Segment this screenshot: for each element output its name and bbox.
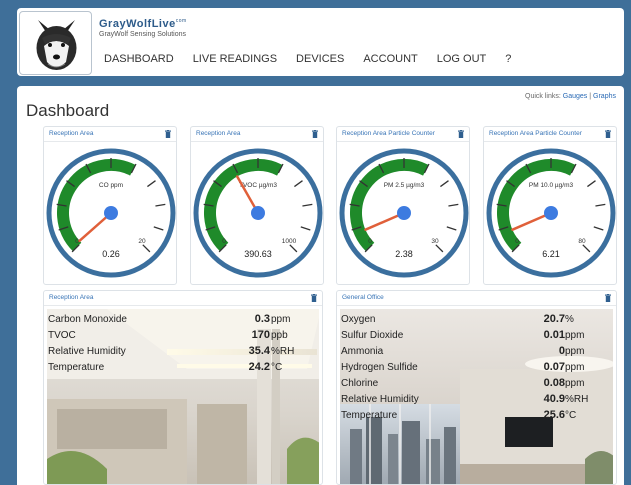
trash-icon[interactable] <box>165 130 171 138</box>
reading-row: Temperature 24.2 °C <box>48 361 283 373</box>
reading-row: Ammonia 0 ppm <box>341 345 585 357</box>
card-location: Reception Area <box>49 130 94 137</box>
gauge-max-label: 80 <box>578 238 586 245</box>
brand-subtitle: GrayWolf Sensing Solutions <box>99 31 187 38</box>
gauge-tvoc: TVOC µg/m30 1000390.63 <box>193 148 323 278</box>
gauge-hub <box>397 206 411 220</box>
reading-row: Relative Humidity 40.9 %RH <box>341 393 589 405</box>
gauge-min-label: 0 <box>515 238 519 245</box>
main-nav: DASHBOARD LIVE READINGS DEVICES ACCOUNT … <box>104 53 530 65</box>
gauge-hub <box>251 206 265 220</box>
trash-icon[interactable] <box>312 130 318 138</box>
trash-icon[interactable] <box>605 130 611 138</box>
quick-links: Quick links: Gauges | Graphs <box>525 93 616 100</box>
nav-live-readings[interactable]: LIVE READINGS <box>193 53 277 65</box>
reading-row: Relative Humidity 35.4 %RH <box>48 345 295 357</box>
readings-card-office: General Office Oxygen 20.7 % Sulfur Diox… <box>336 290 617 485</box>
graphs-link[interactable]: Graphs <box>593 93 616 100</box>
gauge-co: CO ppm0 200.26 <box>46 148 176 278</box>
gauge-min-label: 0 <box>222 238 226 245</box>
gauge-value: 6.21 <box>542 249 560 259</box>
wolf-logo[interactable] <box>19 11 92 75</box>
card-location: General Office <box>342 294 384 301</box>
reading-row: Sulfur Dioxide 0.01 ppm <box>341 329 585 341</box>
nav-help[interactable]: ? <box>505 53 511 65</box>
dashboard-panel: Dashboard Quick links: Gauges | Graphs R… <box>17 86 624 485</box>
gauge-value: 0.26 <box>102 249 120 259</box>
gauge-label: PM 2.5 µg/m3 <box>384 182 425 189</box>
gauge-hub <box>104 206 118 220</box>
reception-readings: Carbon Monoxide 0.3 ppm TVOC 170 ppb Relativ… <box>48 313 318 377</box>
reading-row: Hydrogen Sulfide 0.07 ppm <box>341 361 585 373</box>
gauge-card-pm25: Reception Area Particle Counter PM 2.5 µ… <box>336 126 470 285</box>
card-location: Reception Area Particle Counter <box>489 130 582 137</box>
gauge-max-label: 20 <box>138 238 146 245</box>
gauge-value: 2.38 <box>395 249 413 259</box>
gauge-pm25: PM 2.5 µg/m3 0 30 2.38 <box>339 148 469 278</box>
office-readings: Oxygen 20.7% Sulfur Dioxide 0.01 ppm Ammoni… <box>341 313 612 425</box>
card-location: Reception Area <box>49 294 94 301</box>
card-location: Reception Area Particle Counter <box>342 130 435 137</box>
gauge-card-tvoc: Reception Area TVOC µg/m3 0 1000 390.63 <box>190 126 324 285</box>
gauge-card-pm10: Reception Area Particle Counter PM 10.0 … <box>483 126 617 285</box>
trash-icon[interactable] <box>458 130 464 138</box>
nav-account[interactable]: ACCOUNT <box>363 53 417 65</box>
brand-name: GrayWolfLivecom <box>99 18 187 30</box>
gauge-max-label: 30 <box>431 238 439 245</box>
gauge-max-label: 1000 <box>282 238 297 245</box>
gauge-label: PM 10.0 µg/m3 <box>529 182 574 189</box>
card-location: Reception Area <box>196 130 241 137</box>
gauges-link[interactable]: Gauges <box>563 93 588 100</box>
gauge-label: CO ppm <box>99 182 123 189</box>
gauge-pm10: PM 10.0 µg/m3 0 80 6.21 <box>486 148 616 278</box>
nav-devices[interactable]: DEVICES <box>296 53 344 65</box>
reading-row: Chlorine 0.08 ppm <box>341 377 585 389</box>
gauge-value: 390.63 <box>244 249 272 259</box>
gauge-hub <box>544 206 558 220</box>
page-title: Dashboard <box>26 101 110 120</box>
gauge-min-label: 0 <box>368 238 372 245</box>
trash-icon[interactable] <box>311 294 317 302</box>
reading-row: Carbon Monoxide 0.3 ppm <box>48 313 291 325</box>
reading-row: Oxygen 20.7% <box>341 313 574 325</box>
app-header: GrayWolfLivecom GrayWolf Sensing Solutio… <box>17 8 624 76</box>
readings-card-reception: Reception Area Carbon Monoxide 0.3 ppm T… <box>43 290 323 485</box>
gauge-card-co: Reception Area CO ppm 0 20 0.26 <box>43 126 177 285</box>
reading-row: Temperature 25.6 °C <box>341 409 577 421</box>
nav-dashboard[interactable]: DASHBOARD <box>104 53 174 65</box>
nav-log-out[interactable]: LOG OUT <box>437 53 487 65</box>
trash-icon[interactable] <box>605 294 611 302</box>
reading-row: TVOC 170 ppb <box>48 329 288 341</box>
